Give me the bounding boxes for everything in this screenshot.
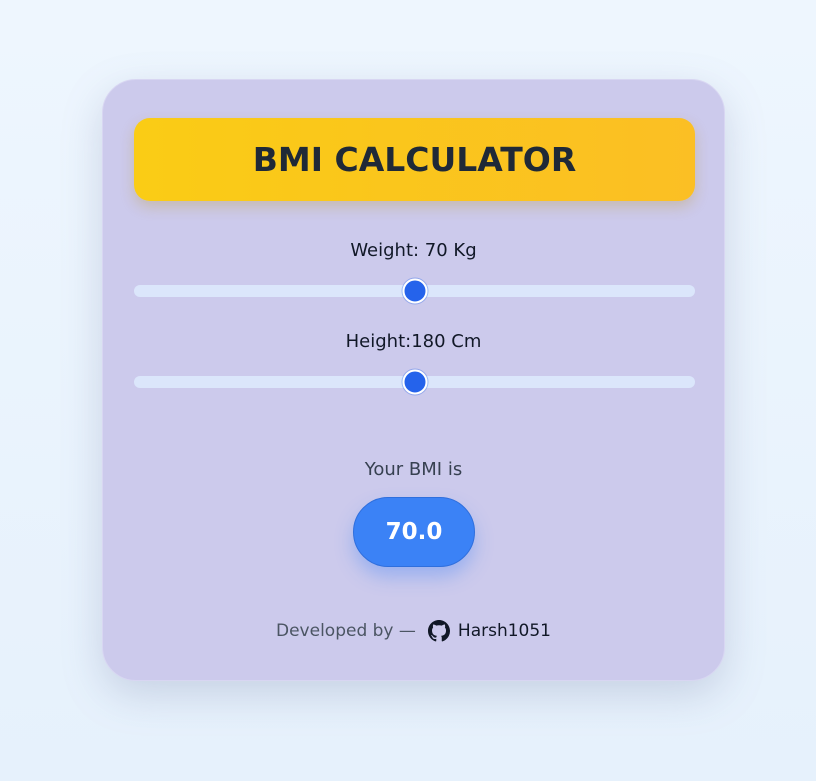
footer-prefix: Developed by — [276, 621, 416, 641]
bmi-caption: Your BMI is [364, 459, 463, 480]
author-link[interactable]: Harsh1051 [458, 621, 551, 641]
github-icon[interactable] [427, 620, 450, 642]
weight-slider[interactable] [134, 278, 695, 304]
page-title: BMI CALCULATOR [252, 140, 577, 179]
height-slider-thumb[interactable] [402, 369, 427, 395]
bmi-result-badge: 70.0 [353, 497, 475, 567]
title-banner: BMI CALCULATOR [134, 118, 695, 201]
height-label: Height:180 Cm [345, 331, 482, 352]
weight-label: Weight: 70 Kg [350, 240, 477, 261]
bmi-value: 70.0 [385, 519, 443, 545]
height-slider[interactable] [134, 369, 695, 395]
footer: Developed by — Harsh1051 [103, 620, 724, 642]
weight-slider-thumb[interactable] [402, 278, 427, 304]
bmi-card: BMI CALCULATOR Weight: 70 Kg Height:180 … [102, 79, 725, 681]
